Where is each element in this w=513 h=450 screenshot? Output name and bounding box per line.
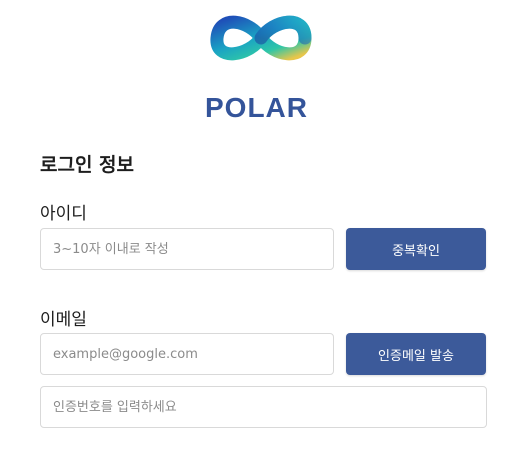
id-label: 아이디: [40, 204, 87, 224]
signup-page: POLAR 로그인 정보 아이디 중복확인 이메일 인증메일 발송: [0, 0, 513, 450]
section-title: 로그인 정보: [40, 154, 135, 176]
brand-name: POLAR: [205, 92, 308, 123]
id-input[interactable]: [40, 228, 334, 270]
email-input[interactable]: [40, 333, 334, 375]
email-label: 이메일: [40, 310, 87, 330]
verification-code-input[interactable]: [40, 386, 487, 428]
infinity-logo-icon: [210, 15, 312, 61]
duplicate-check-button[interactable]: 중복확인: [346, 228, 486, 270]
send-verification-email-button[interactable]: 인증메일 발송: [346, 333, 486, 375]
